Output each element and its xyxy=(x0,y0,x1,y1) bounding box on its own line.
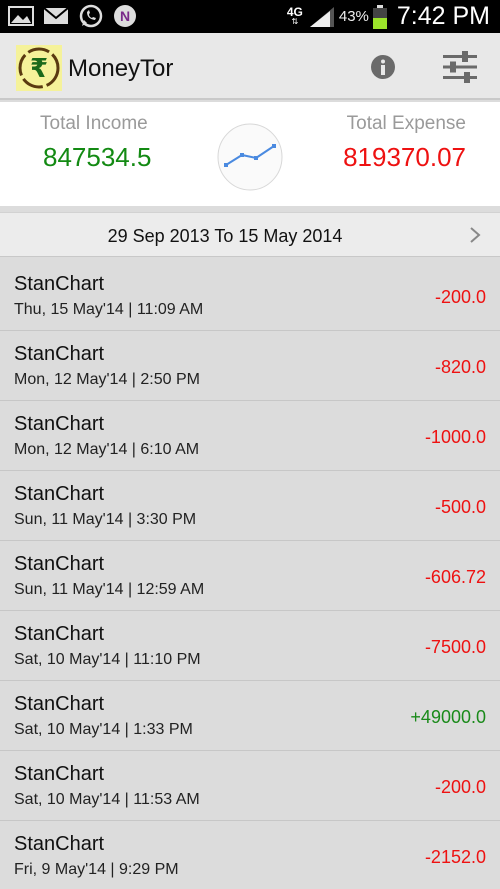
transaction-datetime: Sun, 11 May'14 | 12:59 AM xyxy=(14,581,205,598)
transaction-row[interactable]: StanChart Sat, 10 May'14 | 11:10 PM -7500.… xyxy=(0,611,500,681)
transaction-payee: StanChart xyxy=(14,623,105,645)
battery-icon xyxy=(372,4,387,29)
transaction-datetime: Fri, 9 May'14 | 9:29 PM xyxy=(14,861,179,878)
transaction-row[interactable]: StanChart Mon, 12 May'14 | 6:10 AM -1000.0 xyxy=(0,401,500,471)
app-screen: N 4G ⇅ 43% 7:42 PM ₹ MoneyTor Total Inco… xyxy=(0,0,500,889)
svg-text:N: N xyxy=(120,8,130,24)
transaction-datetime: Mon, 12 May'14 | 6:10 AM xyxy=(14,441,200,458)
network-indicator: 4G ⇅ xyxy=(286,4,303,26)
info-icon[interactable] xyxy=(370,54,396,80)
transaction-amount: -820.0 xyxy=(434,357,486,377)
trend-chart-icon[interactable] xyxy=(216,122,284,192)
transaction-row[interactable]: StanChart Sat, 10 May'14 | 11:53 AM -200.0 xyxy=(0,751,500,821)
transaction-amount: -1000.0 xyxy=(424,427,486,447)
transaction-payee: StanChart xyxy=(14,343,105,365)
income-value: 847534.5 xyxy=(43,142,152,172)
transaction-payee: StanChart xyxy=(14,273,105,295)
income-label: Total Income xyxy=(40,113,148,134)
transaction-datetime: Thu, 15 May'14 | 11:09 AM xyxy=(14,301,204,318)
transaction-datetime: Sun, 11 May'14 | 3:30 PM xyxy=(14,511,197,528)
clock: 7:42 PM xyxy=(396,2,490,30)
transaction-amount: +49000.0 xyxy=(410,707,486,727)
transaction-row[interactable]: StanChart Sat, 10 May'14 | 1:33 PM +49000.… xyxy=(0,681,500,751)
whatsapp-icon xyxy=(79,4,103,28)
transaction-row[interactable]: StanChart Mon, 12 May'14 | 2:50 PM -820.0 xyxy=(0,331,500,401)
settings-sliders-icon[interactable] xyxy=(442,50,478,84)
transaction-datetime: Sat, 10 May'14 | 1:33 PM xyxy=(14,721,193,738)
transaction-payee: StanChart xyxy=(14,413,105,435)
transaction-payee: StanChart xyxy=(14,763,105,785)
transaction-row[interactable]: StanChart Fri, 9 May'14 | 9:29 PM -2152.0 xyxy=(0,821,500,889)
date-range-bar[interactable]: 29 Sep 2013 To 15 May 2014 xyxy=(0,212,500,257)
transaction-amount: -500.0 xyxy=(434,497,486,517)
transaction-list: StanChart Thu, 15 May'14 | 11:09 AM -200.0… xyxy=(0,261,500,889)
notification-icons: N xyxy=(8,4,139,28)
expense-label: Total Expense xyxy=(346,113,466,134)
transaction-datetime: Mon, 12 May'14 | 2:50 PM xyxy=(14,371,200,388)
transaction-amount: -200.0 xyxy=(434,287,486,307)
transaction-amount: -606.72 xyxy=(424,567,486,587)
transaction-amount: -200.0 xyxy=(434,777,486,797)
transaction-payee: StanChart xyxy=(14,693,105,715)
notification-app-icon: N xyxy=(114,5,136,27)
transaction-datetime: Sat, 10 May'14 | 11:53 AM xyxy=(14,791,200,808)
gallery-icon xyxy=(8,6,34,26)
rupee-logo-icon: ₹ xyxy=(16,45,62,91)
system-status: 4G ⇅ 43% 7:42 PM xyxy=(287,0,490,33)
mail-icon xyxy=(43,7,69,24)
action-bar: ₹ MoneyTor xyxy=(0,33,500,100)
transaction-payee: StanChart xyxy=(14,483,105,505)
date-range-text: 29 Sep 2013 To 15 May 2014 xyxy=(107,226,343,246)
transaction-payee: StanChart xyxy=(14,833,105,855)
signal-icon xyxy=(309,6,334,27)
summary-panel: Total Income 847534.5 Total Expense 8193… xyxy=(0,102,500,206)
transaction-row[interactable]: StanChart Thu, 15 May'14 | 11:09 AM -200.0 xyxy=(0,261,500,331)
transaction-payee: StanChart xyxy=(14,553,105,575)
chevron-right-icon[interactable] xyxy=(468,225,482,245)
app-title: MoneyTor xyxy=(68,55,174,82)
svg-text:₹: ₹ xyxy=(30,54,48,84)
battery-percent: 43% xyxy=(338,8,369,25)
transaction-row[interactable]: StanChart Sun, 11 May'14 | 3:30 PM -500.0 xyxy=(0,471,500,541)
transaction-amount: -2152.0 xyxy=(424,847,486,867)
expense-value: 819370.07 xyxy=(343,142,466,172)
status-bar: N 4G ⇅ 43% 7:42 PM xyxy=(0,0,500,33)
transaction-datetime: Sat, 10 May'14 | 11:10 PM xyxy=(14,651,201,668)
transaction-row[interactable]: StanChart Sun, 11 May'14 | 12:59 AM -606.7… xyxy=(0,541,500,611)
transaction-amount: -7500.0 xyxy=(424,637,486,657)
